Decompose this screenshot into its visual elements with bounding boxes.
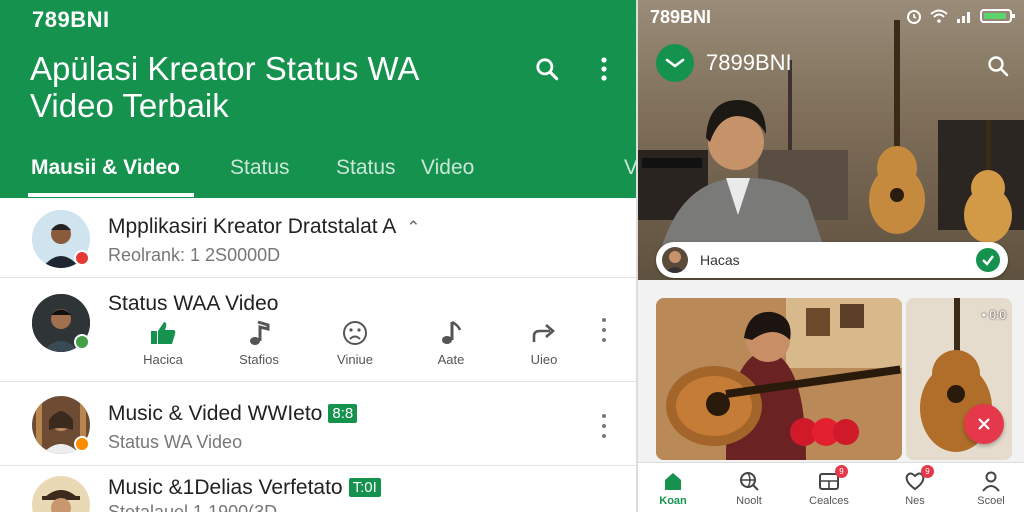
tab-indicator [28,193,194,197]
tab-status-1[interactable]: Status [230,156,290,180]
action-label: Aate [437,352,465,367]
status-bar-text: 789BNI [650,7,712,27]
hero-image [638,20,1024,260]
list-item-title: Music &1Delias Verfetato T:0I [108,476,381,500]
avatar [662,247,688,273]
action-audio[interactable]: Aate [416,318,486,367]
app-title: Apülasi Kreator Status WA Video Terbaik [30,50,418,124]
alarm-icon [906,8,922,29]
status-badge [74,436,90,452]
more-vert-icon[interactable] [600,318,608,342]
search-icon[interactable] [532,54,562,84]
more-vert-icon[interactable] [600,414,608,438]
nav-home[interactable]: Koan [638,469,708,507]
nav-label: Koan [659,495,687,507]
tab-music-video[interactable]: Mausii & Video [31,156,180,180]
chevron-up-icon: ⌃ [406,218,421,237]
avatar [32,476,90,512]
battery-icon [980,8,1016,29]
duration-tag: 8:8 [328,404,358,423]
featured-video[interactable]: 789BNI 7899BNI Hacas [638,0,1024,280]
tab-video[interactable]: Video [421,156,474,180]
action-like[interactable]: Hacica [128,318,198,367]
heart-icon: 9 [880,465,950,493]
tab-overflow[interactable]: V [624,156,636,180]
list-item-subtitle: Reolrank: 1 2S0000D [108,245,281,265]
wifi-icon [930,9,948,28]
tab-bar: Mausii & Video Status Status Video V [0,148,636,198]
app-header: 789BNI Apülasi Kreator Status WA Video T… [0,0,636,198]
music-note-icon [224,318,294,348]
signal-icon [956,9,972,28]
notification-badge: 9 [921,465,934,478]
list-item[interactable]: Music &1Delias Verfetato T:0I Stetalauel … [0,466,636,512]
list-item-title: Music & Vided WWIeto 8:8 [108,402,358,426]
card-tag: • 0:0 [981,308,1006,322]
nav-label: Noolt [736,495,762,507]
list-item-title: Mpplikasiri Kreator Dratstalat A ⌃ [108,215,421,238]
action-status[interactable]: Stafios [224,318,294,367]
search-icon[interactable] [986,54,1010,83]
caption-bar[interactable]: Hacas [656,242,1008,278]
system-status-icons [906,8,1016,29]
action-label: Uieo [530,352,558,367]
notification-badge: 9 [835,465,848,478]
search-globe-icon [714,469,784,493]
channel-title: 7899BNI [706,50,792,75]
nav-favorites[interactable]: 9 Nes [880,465,950,507]
action-label: Viniue [337,352,373,367]
profile-icon [956,469,1024,493]
duration-tag: T:0I [348,478,381,497]
close-icon [978,418,990,430]
left-panel: 789BNI Apülasi Kreator Status WA Video T… [0,0,636,512]
nav-label: Cealces [809,495,849,507]
tab-status-2[interactable]: Status [336,156,396,180]
bottom-navigation: Koan Noolt 9 Cealces 9 Nes Scoel [638,462,1024,512]
status-badge [74,334,90,350]
sad-face-icon [320,318,390,348]
right-panel: 789BNI 7899BNI Hacas • 0:0 Koan Noolt 9 … [636,0,1024,512]
nav-label: Scoel [977,495,1005,507]
share-icon [509,318,579,348]
nav-collections[interactable]: 9 Cealces [794,465,864,507]
nav-explore[interactable]: Noolt [714,469,784,507]
list-item-subtitle: Stetalauel 1 1900(3D [108,502,278,512]
action-view[interactable]: Viniue [320,318,390,367]
more-vert-icon[interactable] [589,54,619,84]
nav-label: Nes [905,495,925,507]
action-label: Stafios [239,352,279,367]
list-item-subtitle: Status WA Video [108,432,243,452]
video-thumbnail [656,298,902,460]
check-icon[interactable] [976,248,1000,272]
list-item[interactable]: Mpplikasiri Kreator Dratstalat A ⌃ Reolra… [0,198,636,278]
list-item[interactable]: Music & Vided WWIeto 8:8 Status WA Video [0,382,636,466]
status-badge [74,250,90,266]
action-share[interactable]: Uieo [509,318,579,367]
home-icon [638,469,708,493]
thumbs-up-icon [128,318,198,348]
action-label: Hacica [143,352,183,367]
caption-text: Hacas [700,252,740,268]
music-note-icon [416,318,486,348]
close-button[interactable] [964,404,1004,444]
nav-profile[interactable]: Scoel [956,469,1024,507]
video-card[interactable] [656,298,902,460]
list-item-title: Status WAA Video [108,292,279,315]
grid-icon: 9 [794,465,864,493]
status-bar-text: 789BNI [32,7,110,32]
app-logo-icon [656,44,694,82]
